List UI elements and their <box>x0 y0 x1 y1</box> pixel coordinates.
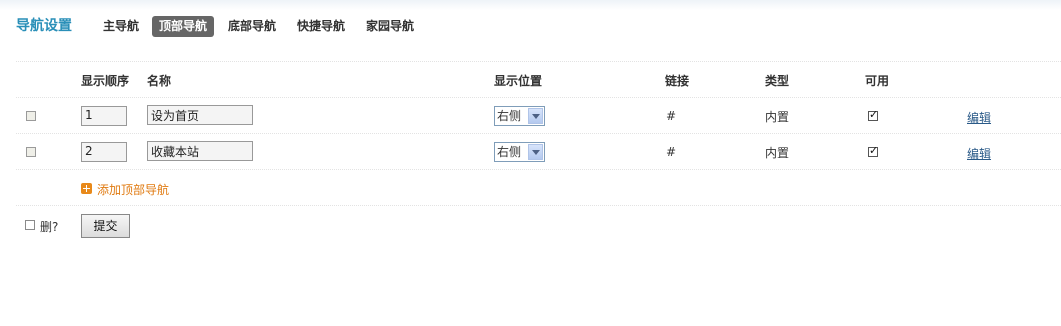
link-value: # <box>666 109 677 123</box>
delete-label: 删? <box>40 220 59 234</box>
type-value: 内置 <box>765 146 790 160</box>
row-delete-checkbox[interactable] <box>26 111 36 121</box>
delete-all-checkbox[interactable] <box>25 220 35 230</box>
table-row: 2 收藏本站 右侧 # 内置 编辑 <box>16 133 1061 170</box>
edit-link[interactable]: 编辑 <box>967 145 991 162</box>
enabled-checkbox[interactable] <box>868 108 878 121</box>
order-input[interactable]: 1 <box>81 106 127 126</box>
add-row: 添加顶部导航 <box>16 169 1061 206</box>
enabled-checkbox[interactable] <box>868 144 878 157</box>
tab-quick-nav[interactable]: 快捷导航 <box>290 16 352 37</box>
column-header-enabled: 可用 <box>865 74 890 88</box>
submit-button[interactable]: 提交 <box>81 214 130 238</box>
name-input[interactable]: 设为首页 <box>147 105 253 125</box>
tab-main-nav[interactable]: 主导航 <box>96 16 146 37</box>
type-value: 内置 <box>765 110 790 124</box>
chevron-down-icon <box>528 108 543 124</box>
position-select[interactable]: 右侧 <box>494 142 545 162</box>
table-row: 1 设为首页 右侧 # 内置 编辑 <box>16 97 1061 134</box>
table-header-row: 显示顺序 名称 显示位置 链接 类型 可用 <box>16 61 1061 98</box>
link-value: # <box>666 145 677 159</box>
edit-link[interactable]: 编辑 <box>967 109 991 126</box>
tab-bottom-nav[interactable]: 底部导航 <box>221 16 283 37</box>
tab-top-nav[interactable]: 顶部导航 <box>152 16 215 37</box>
row-delete-checkbox[interactable] <box>26 147 36 157</box>
position-select-value: 右侧 <box>497 145 522 159</box>
page-title: 导航设置 <box>16 18 72 34</box>
column-header-order: 显示顺序 <box>81 74 130 88</box>
position-select-value: 右侧 <box>497 109 522 123</box>
chevron-down-icon <box>528 144 543 160</box>
column-header-type: 类型 <box>765 74 790 88</box>
name-input[interactable]: 收藏本站 <box>147 141 253 161</box>
footer-row: 删? 提交 <box>16 205 1061 246</box>
order-input[interactable]: 2 <box>81 142 127 162</box>
plus-icon <box>81 183 92 194</box>
column-header-position: 显示位置 <box>494 74 543 88</box>
column-header-link: 链接 <box>665 74 690 88</box>
add-top-nav-link[interactable]: 添加顶部导航 <box>97 181 169 198</box>
tab-home-nav[interactable]: 家园导航 <box>359 16 421 37</box>
position-select[interactable]: 右侧 <box>494 106 545 126</box>
column-header-name: 名称 <box>147 74 172 88</box>
